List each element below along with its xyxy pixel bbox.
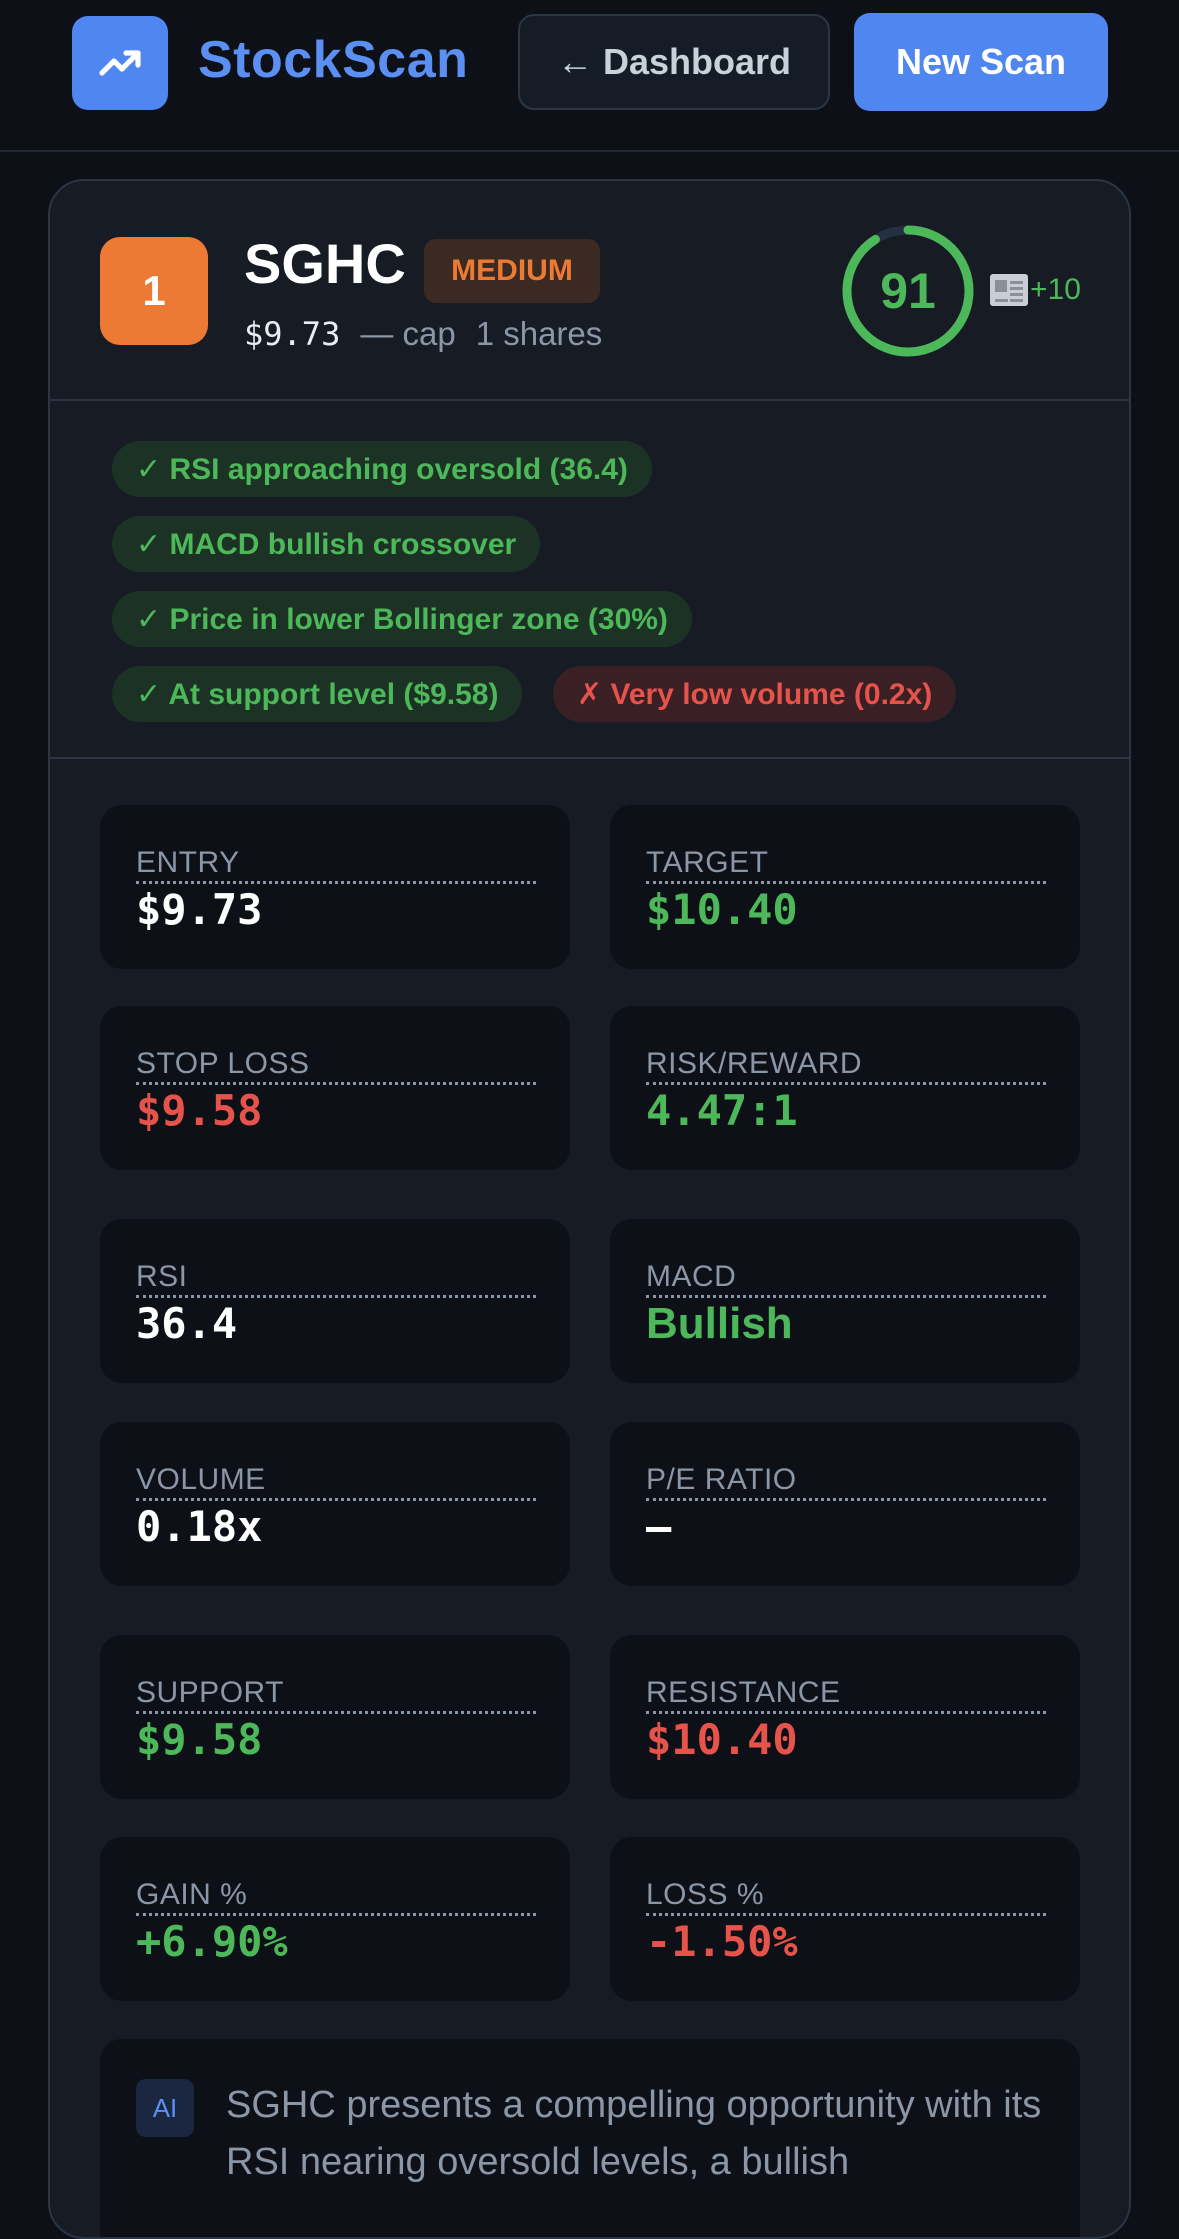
stat-volume: VOLUME 0.18x xyxy=(100,1422,570,1586)
stat-label: STOP LOSS xyxy=(136,1046,536,1085)
news-indicator[interactable]: +10 xyxy=(990,273,1081,307)
signal-chip: ✓ RSI approaching oversold (36.4) xyxy=(112,441,652,497)
stat-label: SUPPORT xyxy=(136,1675,536,1714)
brand-name[interactable]: StockScan xyxy=(198,30,468,90)
stat-label: LOSS % xyxy=(646,1877,1046,1916)
rank-badge: 1 xyxy=(100,237,208,345)
signal-chip: ✓ MACD bullish crossover xyxy=(112,516,541,572)
stat-value: $10.40 xyxy=(646,885,798,934)
ticker-symbol: SGHC xyxy=(244,232,406,295)
stat-value: $10.40 xyxy=(646,1715,798,1764)
stat-value: — xyxy=(646,1502,672,1551)
price-line: $9.73 — cap 1 shares xyxy=(244,315,602,353)
signal-chip-warning: ✗ Very low volume (0.2x) xyxy=(553,666,957,722)
stat-rsi: RSI 36.4 xyxy=(100,1219,570,1383)
stat-loss-percent: LOSS % -1.50% xyxy=(610,1837,1080,2001)
shares-label: 1 shares xyxy=(475,315,603,352)
stock-card: 1 SGHC MEDIUM $9.73— cap 1 shares 91 +10 … xyxy=(48,179,1131,2239)
stat-value: $9.58 xyxy=(136,1715,263,1764)
cap-label: — cap xyxy=(360,315,456,352)
stat-label: RSI xyxy=(136,1259,536,1298)
top-bar: StockScan ← Dashboard New Scan xyxy=(0,0,1179,152)
trending-up-icon xyxy=(99,50,141,76)
ai-summary-text: SGHC presents a compelling opportunity w… xyxy=(226,2084,1042,2183)
stat-pe-ratio: P/E RATIO — xyxy=(610,1422,1080,1586)
stat-risk-reward: RISK/REWARD 4.47:1 xyxy=(610,1006,1080,1170)
signal-chip: ✓ Price in lower Bollinger zone (30%) xyxy=(112,591,692,647)
stat-value: Bullish xyxy=(646,1299,793,1348)
stat-value: 0.18x xyxy=(136,1502,263,1551)
stat-gain-percent: GAIN % +6.90% xyxy=(100,1837,570,2001)
card-header: 1 SGHC MEDIUM $9.73 — cap 1 shares 91 +10 xyxy=(50,181,1129,401)
stat-support: SUPPORT $9.58 xyxy=(100,1635,570,1799)
news-bonus: +10 xyxy=(1030,273,1081,306)
logo[interactable] xyxy=(72,16,168,110)
stat-value: $9.73 xyxy=(136,885,263,934)
stat-value: 36.4 xyxy=(136,1299,238,1348)
new-scan-button[interactable]: New Scan xyxy=(854,13,1108,111)
stat-label: MACD xyxy=(646,1259,1046,1298)
stat-macd: MACD Bullish xyxy=(610,1219,1080,1383)
stat-value: $9.58 xyxy=(136,1086,263,1135)
stat-value: +6.90% xyxy=(136,1917,288,1966)
stat-label: RESISTANCE xyxy=(646,1675,1046,1714)
current-price: $9.73 xyxy=(244,315,341,353)
stat-resistance: RESISTANCE $10.40 xyxy=(610,1635,1080,1799)
dashboard-button[interactable]: ← Dashboard xyxy=(518,14,830,110)
newspaper-icon xyxy=(990,274,1028,306)
stat-label: VOLUME xyxy=(136,1462,536,1501)
stat-label: TARGET xyxy=(646,845,1046,884)
stat-label: P/E RATIO xyxy=(646,1462,1046,1501)
stat-value: -1.50% xyxy=(646,1917,798,1966)
ai-badge: AI xyxy=(136,2079,194,2137)
stat-entry: ENTRY $9.73 xyxy=(100,805,570,969)
stat-value: 4.47:1 xyxy=(646,1086,798,1135)
stat-target: TARGET $10.40 xyxy=(610,805,1080,969)
stat-label: ENTRY xyxy=(136,845,536,884)
signal-chip: ✓ At support level ($9.58) xyxy=(112,666,523,722)
signals-list: ✓ RSI approaching oversold (36.4) ✓ MACD… xyxy=(50,401,1129,759)
risk-badge: MEDIUM xyxy=(424,239,600,303)
stat-label: GAIN % xyxy=(136,1877,536,1916)
score-value: 91 xyxy=(880,263,936,319)
stat-label: RISK/REWARD xyxy=(646,1046,1046,1085)
stat-stop-loss: STOP LOSS $9.58 xyxy=(100,1006,570,1170)
ai-summary: AI SGHC presents a compelling opportunit… xyxy=(100,2039,1080,2237)
